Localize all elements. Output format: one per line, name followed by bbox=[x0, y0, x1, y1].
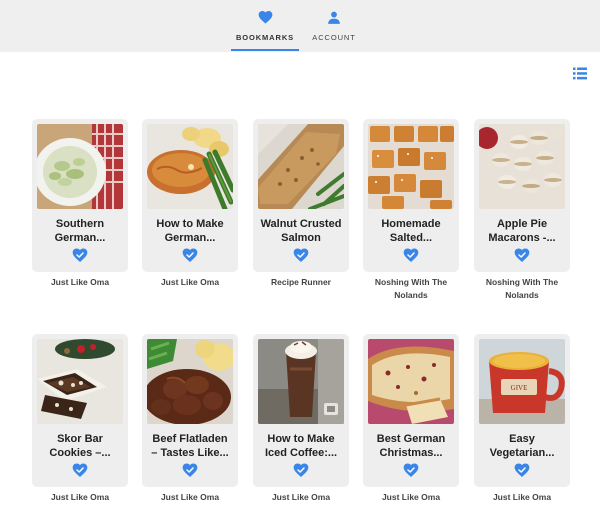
recipe-image bbox=[479, 124, 565, 209]
recipe-card[interactable]: Best German Christmas... bbox=[363, 334, 459, 487]
recipe-title: How to Make Iced Coffee:... bbox=[264, 433, 338, 459]
recipe-title: Homemade Salted... bbox=[381, 218, 441, 244]
bookmarked-heart-icon[interactable] bbox=[403, 462, 419, 478]
recipe-image bbox=[37, 124, 123, 209]
recipe-title: Best German Christmas... bbox=[376, 433, 446, 459]
recipe-title: Walnut Crusted Salmon bbox=[260, 218, 342, 244]
recipe-card[interactable]: Apple Pie Macarons -... bbox=[474, 119, 570, 272]
recipe-source: Just Like Oma bbox=[492, 492, 552, 502]
recipe-image bbox=[147, 339, 233, 424]
recipe-source: Just Like Oma bbox=[381, 492, 441, 502]
recipe-source: Noshing With The Nolands bbox=[374, 277, 448, 300]
recipe-source: Just Like Oma bbox=[160, 277, 220, 287]
recipe-title: Apple Pie Macarons -... bbox=[488, 218, 556, 244]
recipe-card[interactable]: Walnut Crusted Salmon bbox=[253, 119, 349, 272]
bookmarked-heart-icon[interactable] bbox=[514, 247, 530, 263]
recipe-image bbox=[37, 339, 123, 424]
recipe-image bbox=[368, 339, 454, 424]
recipe-image: GIVE bbox=[479, 339, 565, 424]
bookmarked-heart-icon[interactable] bbox=[403, 247, 419, 263]
recipe-card[interactable]: Homemade Salted... bbox=[363, 119, 459, 272]
recipe-image bbox=[258, 124, 344, 209]
recipe-source: Recipe Runner bbox=[271, 277, 331, 287]
recipe-title: Beef Flatladen – Tastes Like... bbox=[151, 433, 229, 459]
recipe-card[interactable]: Southern German... bbox=[32, 119, 128, 272]
bookmarked-heart-icon[interactable] bbox=[293, 462, 309, 478]
recipe-source: Just Like Oma bbox=[50, 492, 110, 502]
bookmarked-heart-icon[interactable] bbox=[182, 247, 198, 263]
recipe-card[interactable]: How to Make German... bbox=[142, 119, 238, 272]
recipe-card[interactable]: Beef Flatladen – Tastes Like... bbox=[142, 334, 238, 487]
recipe-source: Just Like Oma bbox=[271, 492, 331, 502]
recipe-grid: Southern German... Just Like Oma How to M… bbox=[0, 0, 600, 511]
recipe-source: Noshing With The Nolands bbox=[485, 277, 559, 300]
recipe-card[interactable]: GIVE Easy Vegetarian... bbox=[474, 334, 570, 487]
bookmarked-heart-icon[interactable] bbox=[514, 462, 530, 478]
recipe-image bbox=[147, 124, 233, 209]
recipe-card[interactable]: Skor Bar Cookies –... bbox=[32, 334, 128, 487]
recipe-title: Southern German... bbox=[54, 218, 106, 244]
bookmarked-heart-icon[interactable] bbox=[293, 247, 309, 263]
recipe-source: Just Like Oma bbox=[160, 492, 220, 502]
recipe-source: Just Like Oma bbox=[50, 277, 110, 287]
recipe-image bbox=[258, 339, 344, 424]
recipe-title: Skor Bar Cookies –... bbox=[49, 433, 111, 459]
bookmarked-heart-icon[interactable] bbox=[72, 247, 88, 263]
svg-text:GIVE: GIVE bbox=[511, 384, 528, 392]
bookmarked-heart-icon[interactable] bbox=[72, 462, 88, 478]
recipe-image bbox=[368, 124, 454, 209]
recipe-card[interactable]: How to Make Iced Coffee:... bbox=[253, 334, 349, 487]
recipe-title: How to Make German... bbox=[156, 218, 224, 244]
recipe-title: Easy Vegetarian... bbox=[489, 433, 555, 459]
bookmarked-heart-icon[interactable] bbox=[182, 462, 198, 478]
